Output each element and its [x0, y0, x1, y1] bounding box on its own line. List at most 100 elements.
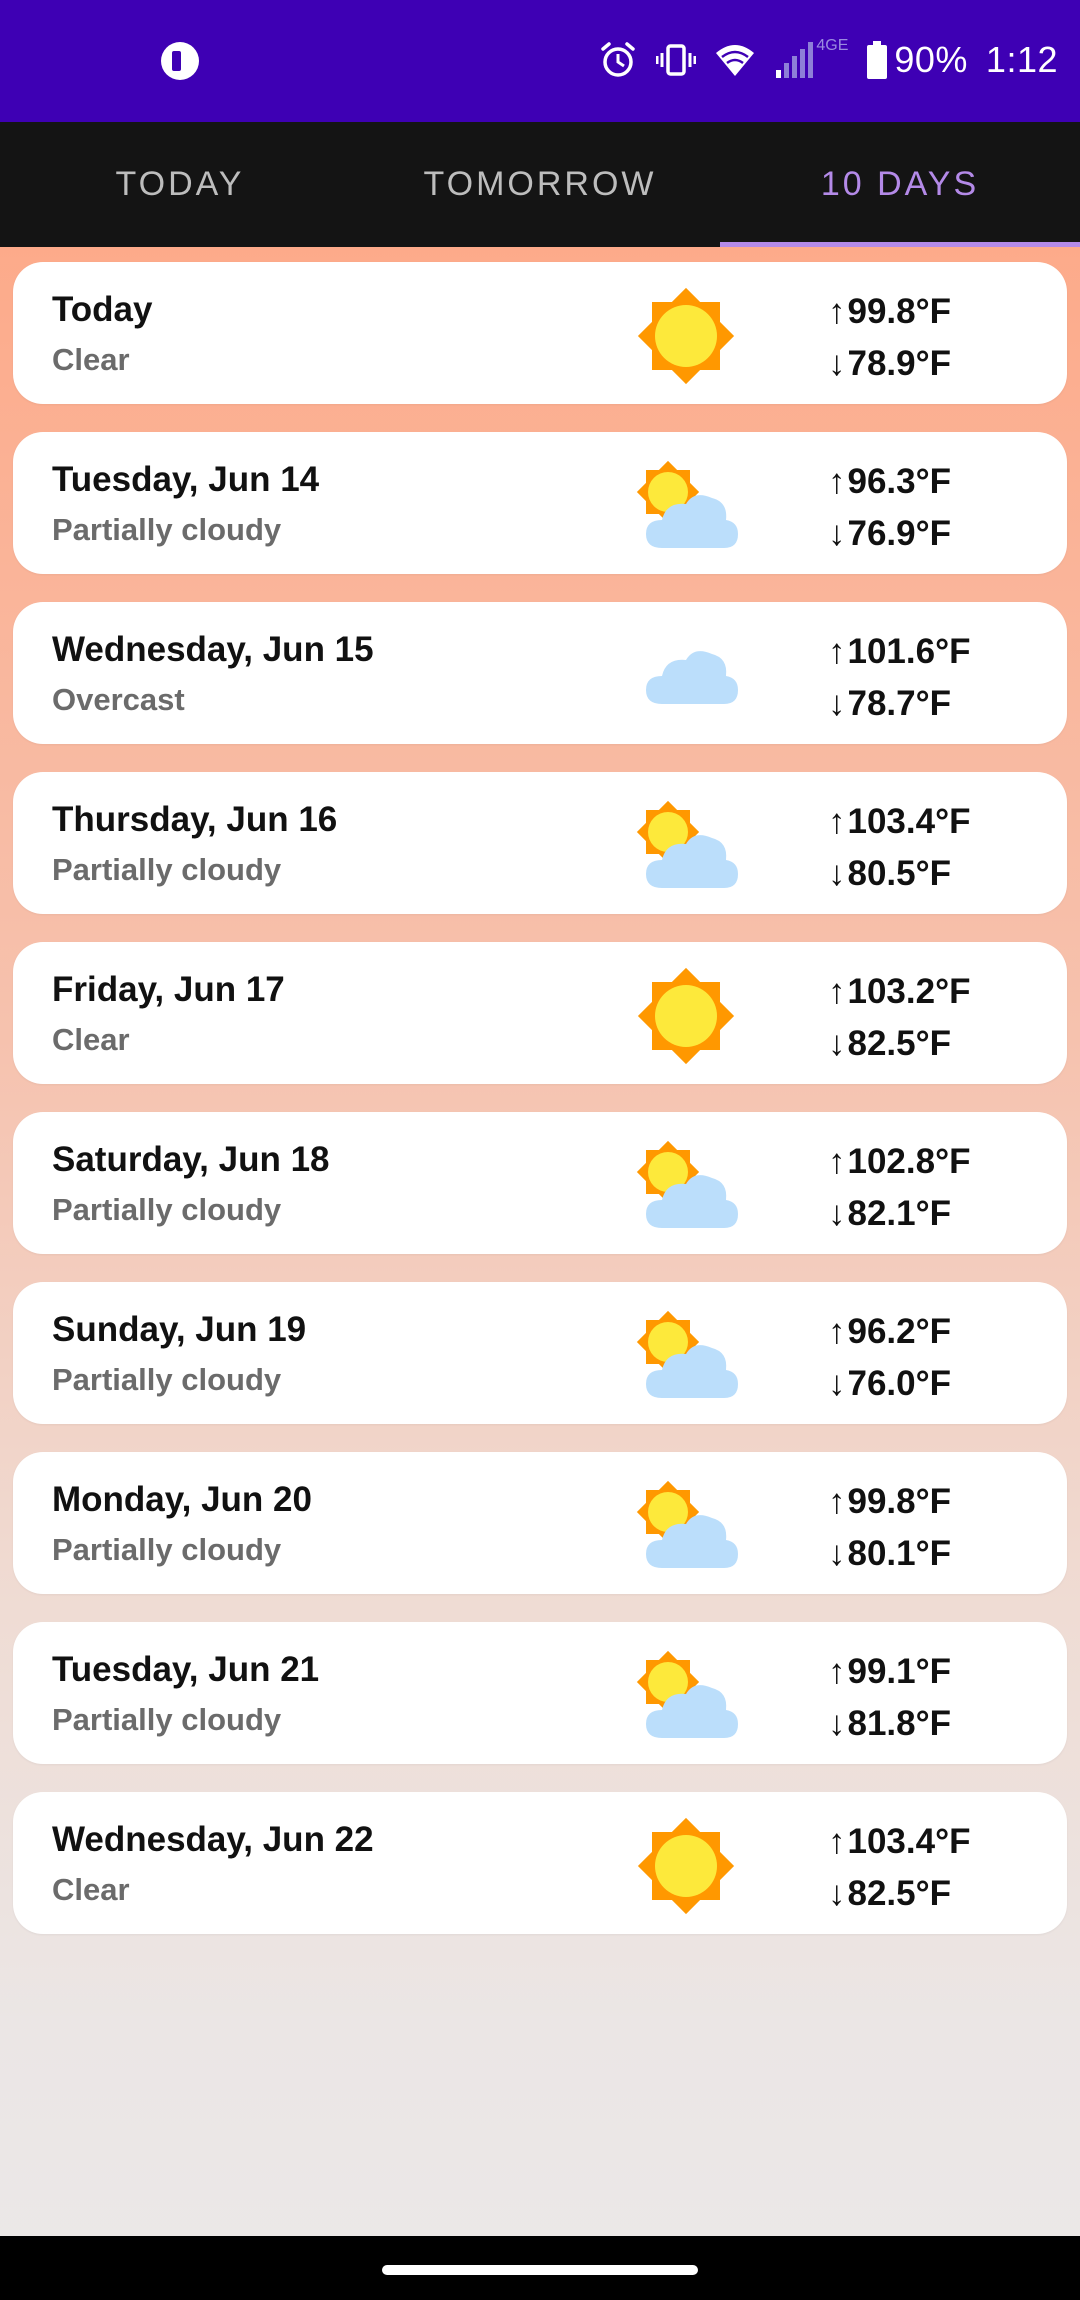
partly-cloudy-icon [626, 1640, 746, 1752]
high-temp-value: 96.2°F [847, 1312, 952, 1351]
home-gesture-handle[interactable] [382, 2265, 698, 2275]
low-temp: ↓80.1°F [828, 1528, 951, 1580]
forecast-card[interactable]: Wednesday, Jun 15 Overcast ↑101.6°F ↓78.… [13, 602, 1067, 744]
low-temp: ↓82.5°F [828, 1868, 970, 1920]
low-temp-value: 82.5°F [847, 1874, 952, 1913]
high-temp-value: 99.8°F [847, 292, 952, 331]
high-temp-value: 103.4°F [847, 802, 971, 841]
forecast-condition: Partially cloudy [52, 1362, 282, 1397]
low-temp: ↓82.5°F [828, 1018, 970, 1070]
high-temp-value: 103.4°F [847, 1822, 971, 1861]
forecast-day: Wednesday, Jun 15 [52, 630, 374, 669]
alarm-icon [598, 40, 638, 80]
low-temp: ↓80.5°F [828, 848, 970, 900]
high-temp: ↑96.2°F [828, 1306, 951, 1358]
arrow-down-icon: ↓ [828, 1364, 846, 1403]
low-temp-value: 80.5°F [847, 854, 952, 893]
partly-cloudy-icon [626, 1470, 746, 1582]
forecast-list: Today Clear ↑99.8°F ↓78.9°F Tuesday, Jun… [13, 262, 1067, 1962]
forecast-condition: Partially cloudy [52, 512, 282, 547]
arrow-up-icon: ↑ [828, 462, 846, 501]
high-temp: ↑99.1°F [828, 1646, 951, 1698]
tab-10-days[interactable]: 10 DAYS [720, 122, 1080, 247]
high-temp: ↑99.8°F [828, 286, 951, 338]
forecast-temps: ↑99.8°F ↓78.9°F [828, 286, 951, 390]
high-temp: ↑103.2°F [828, 966, 970, 1018]
forecast-card[interactable]: Tuesday, Jun 21 Partially cloudy ↑99.1°F… [13, 1622, 1067, 1764]
tab-tomorrow[interactable]: TOMORROW [360, 122, 720, 247]
arrow-up-icon: ↑ [828, 802, 846, 841]
forecast-card[interactable]: Thursday, Jun 16 Partially cloudy ↑103.4… [13, 772, 1067, 914]
forecast-day: Wednesday, Jun 22 [52, 1820, 374, 1859]
status-bar: 4GE 90% 1:12 [0, 0, 1080, 122]
forecast-day: Friday, Jun 17 [52, 970, 285, 1009]
low-temp-value: 80.1°F [847, 1534, 952, 1573]
arrow-down-icon: ↓ [828, 1534, 846, 1573]
high-temp-value: 102.8°F [847, 1142, 971, 1181]
forecast-day: Saturday, Jun 18 [52, 1140, 330, 1179]
high-temp: ↑99.8°F [828, 1476, 951, 1528]
battery-icon [866, 41, 888, 79]
forecast-day: Tuesday, Jun 14 [52, 460, 320, 499]
low-temp: ↓78.7°F [828, 678, 970, 730]
forecast-condition: Clear [52, 342, 130, 377]
high-temp: ↑103.4°F [828, 1816, 970, 1868]
forecast-temps: ↑96.2°F ↓76.0°F [828, 1306, 951, 1410]
navigation-bar [0, 2236, 1080, 2300]
forecast-card[interactable]: Today Clear ↑99.8°F ↓78.9°F [13, 262, 1067, 404]
low-temp-value: 82.5°F [847, 1024, 952, 1063]
arrow-down-icon: ↓ [828, 514, 846, 553]
vibrate-icon [656, 40, 697, 80]
high-temp: ↑101.6°F [828, 626, 970, 678]
forecast-temps: ↑99.1°F ↓81.8°F [828, 1646, 951, 1750]
arrow-down-icon: ↓ [828, 1024, 846, 1063]
forecast-card[interactable]: Friday, Jun 17 Clear ↑103.2°F ↓82.5°F [13, 942, 1067, 1084]
high-temp: ↑102.8°F [828, 1136, 970, 1188]
forecast-day: Thursday, Jun 16 [52, 800, 338, 839]
arrow-down-icon: ↓ [828, 1194, 846, 1233]
forecast-day: Today [52, 290, 153, 329]
forecast-card[interactable]: Saturday, Jun 18 Partially cloudy ↑102.8… [13, 1112, 1067, 1254]
arrow-up-icon: ↑ [828, 972, 846, 1011]
low-temp: ↓78.9°F [828, 338, 951, 390]
forecast-condition: Clear [52, 1022, 130, 1057]
arrow-up-icon: ↑ [828, 632, 846, 671]
high-temp-value: 99.8°F [847, 1482, 952, 1521]
arrow-up-icon: ↑ [828, 292, 846, 331]
sun-icon [626, 280, 746, 392]
forecast-day: Monday, Jun 20 [52, 1480, 312, 1519]
partly-cloudy-icon [626, 1130, 746, 1242]
forecast-card[interactable]: Monday, Jun 20 Partially cloudy ↑99.8°F … [13, 1452, 1067, 1594]
forecast-condition: Partially cloudy [52, 1532, 282, 1567]
forecast-temps: ↑103.4°F ↓82.5°F [828, 1816, 970, 1920]
high-temp: ↑103.4°F [828, 796, 970, 848]
clock-time: 1:12 [985, 39, 1058, 80]
forecast-card[interactable]: Wednesday, Jun 22 Clear ↑103.4°F ↓82.5°F [13, 1792, 1067, 1934]
arrow-down-icon: ↓ [828, 344, 846, 383]
forecast-temps: ↑103.4°F ↓80.5°F [828, 796, 970, 900]
cloud-icon [626, 620, 746, 732]
battery-percent: 90% [894, 39, 968, 80]
tab-today[interactable]: TODAY [0, 122, 360, 247]
arrow-up-icon: ↑ [828, 1822, 846, 1861]
low-temp-value: 76.9°F [847, 514, 952, 553]
low-temp-value: 81.8°F [847, 1704, 952, 1743]
forecast-card[interactable]: Sunday, Jun 19 Partially cloudy ↑96.2°F … [13, 1282, 1067, 1424]
forecast-condition: Overcast [52, 682, 185, 717]
low-temp-value: 82.1°F [847, 1194, 952, 1233]
low-temp-value: 76.0°F [847, 1364, 952, 1403]
forecast-card[interactable]: Tuesday, Jun 14 Partially cloudy ↑96.3°F… [13, 432, 1067, 574]
low-temp-value: 78.9°F [847, 344, 952, 383]
high-temp-value: 99.1°F [847, 1652, 952, 1691]
forecast-condition: Partially cloudy [52, 1192, 282, 1227]
forecast-temps: ↑103.2°F ↓82.5°F [828, 966, 970, 1070]
wifi-icon [714, 40, 756, 80]
arrow-up-icon: ↑ [828, 1312, 846, 1351]
high-temp-value: 101.6°F [847, 632, 971, 671]
forecast-temps: ↑101.6°F ↓78.7°F [828, 626, 970, 730]
high-temp-value: 96.3°F [847, 462, 952, 501]
low-temp-value: 78.7°F [847, 684, 952, 723]
app-notification-icon [161, 42, 199, 80]
forecast-day: Sunday, Jun 19 [52, 1310, 307, 1349]
low-temp: ↓82.1°F [828, 1188, 970, 1240]
